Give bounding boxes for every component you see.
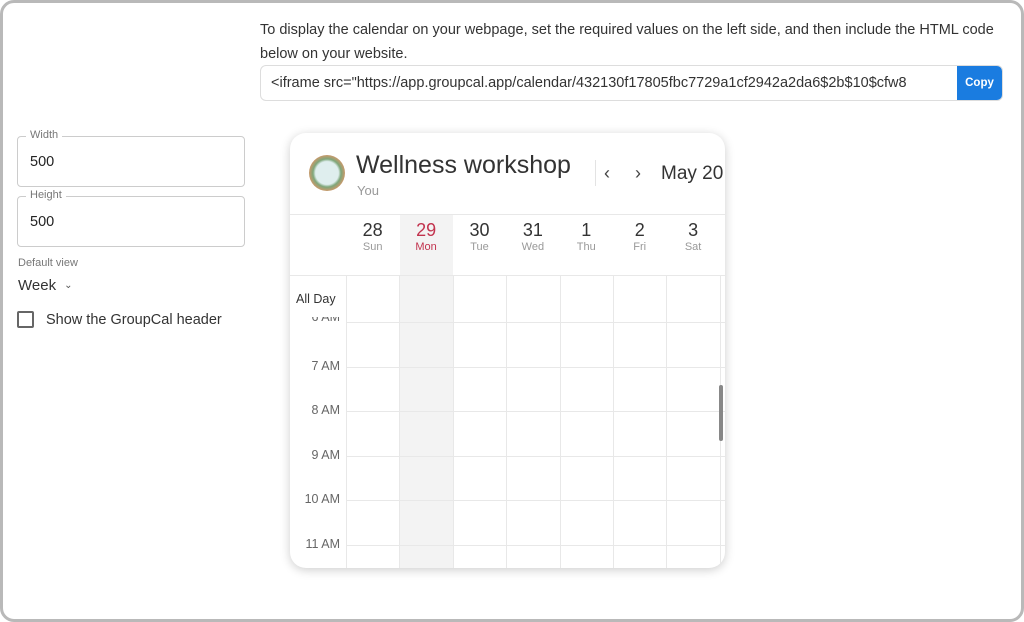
day-name: Wed [521, 241, 545, 253]
show-header-label: Show the GroupCal header [46, 311, 222, 328]
day-header[interactable]: 3 Sat [666, 215, 719, 275]
day-number: 3 [688, 220, 699, 240]
embed-code-text[interactable]: <iframe src="https://app.groupcal.app/ca… [261, 75, 957, 91]
column-divider [613, 275, 614, 568]
column-divider [399, 275, 401, 568]
day-header[interactable]: 31 Wed [506, 215, 559, 275]
scrollbar[interactable] [719, 385, 723, 441]
day-number: 29 [416, 220, 437, 240]
default-view-select[interactable]: Week ⌄ [18, 277, 72, 294]
time-label: 8 AM [311, 403, 341, 417]
hour-line [346, 544, 725, 546]
height-input[interactable]: 500 [30, 214, 54, 230]
time-label: 7 AM [311, 358, 341, 373]
day-number: 2 [634, 220, 645, 240]
column-divider [452, 275, 454, 568]
day-number: 31 [522, 220, 543, 240]
day-header[interactable]: 2 Fri [613, 215, 666, 275]
calendar-avatar [309, 155, 345, 191]
day-name: Sat [684, 241, 702, 253]
width-input[interactable]: 500 [30, 154, 54, 170]
default-view-value: Week [18, 277, 57, 294]
chevron-down-icon: ⌄ [64, 280, 73, 291]
column-divider [559, 275, 561, 568]
day-name: Sun [362, 241, 383, 253]
copy-button[interactable]: Copy [957, 66, 1002, 100]
instructions-text: To display the calendar on your webpage,… [260, 22, 994, 62]
height-field[interactable]: Height 500 [17, 189, 245, 247]
hour-line [346, 322, 725, 323]
height-label: Height [26, 189, 66, 201]
width-field[interactable]: Width 500 [17, 129, 245, 187]
day-header[interactable]: 30 Tue [453, 215, 506, 275]
day-number: 30 [469, 220, 490, 240]
hour-line [346, 366, 725, 368]
width-label: Width [26, 129, 63, 141]
all-day-label: All Day [296, 292, 336, 306]
hour-line [346, 411, 725, 412]
day-header[interactable]: 1 Thu [560, 215, 613, 275]
day-name: Thu [576, 241, 596, 253]
chevron-left-icon[interactable]: ‹ [604, 163, 610, 184]
calendar-title: Wellness workshop [356, 151, 571, 179]
hour-line [346, 455, 725, 457]
embed-code-field[interactable]: <iframe src="https://app.groupcal.app/ca… [260, 65, 1003, 101]
calendar-preview: Wellness workshop You ‹ › May 20 28 Sun 29… [290, 133, 725, 568]
show-header-option[interactable]: Show the GroupCal header [17, 311, 222, 328]
column-divider [506, 275, 508, 568]
chevron-right-icon[interactable]: › [635, 163, 641, 184]
show-header-checkbox[interactable] [17, 311, 34, 328]
divider [290, 275, 725, 276]
time-label: 11 AM [305, 536, 340, 551]
day-number: 1 [581, 220, 592, 240]
time-label: 9 AM [311, 447, 341, 462]
calendar-owner: You [357, 183, 379, 198]
time-label: 10 AM [304, 492, 340, 506]
day-name: Mon [415, 241, 437, 253]
day-name: Fri [633, 241, 647, 253]
time-label: 6 AM [290, 317, 341, 323]
column-divider [346, 275, 347, 568]
current-month: May 20 [661, 163, 724, 184]
hour-line [346, 500, 725, 501]
day-name: Tue [470, 241, 489, 253]
day-header[interactable]: 28 Sun [346, 215, 399, 275]
day-number: 28 [362, 220, 383, 240]
day-header[interactable]: 29 Mon [399, 215, 452, 275]
column-divider [666, 275, 668, 568]
divider [595, 160, 596, 186]
default-view-label: Default view [18, 257, 78, 269]
